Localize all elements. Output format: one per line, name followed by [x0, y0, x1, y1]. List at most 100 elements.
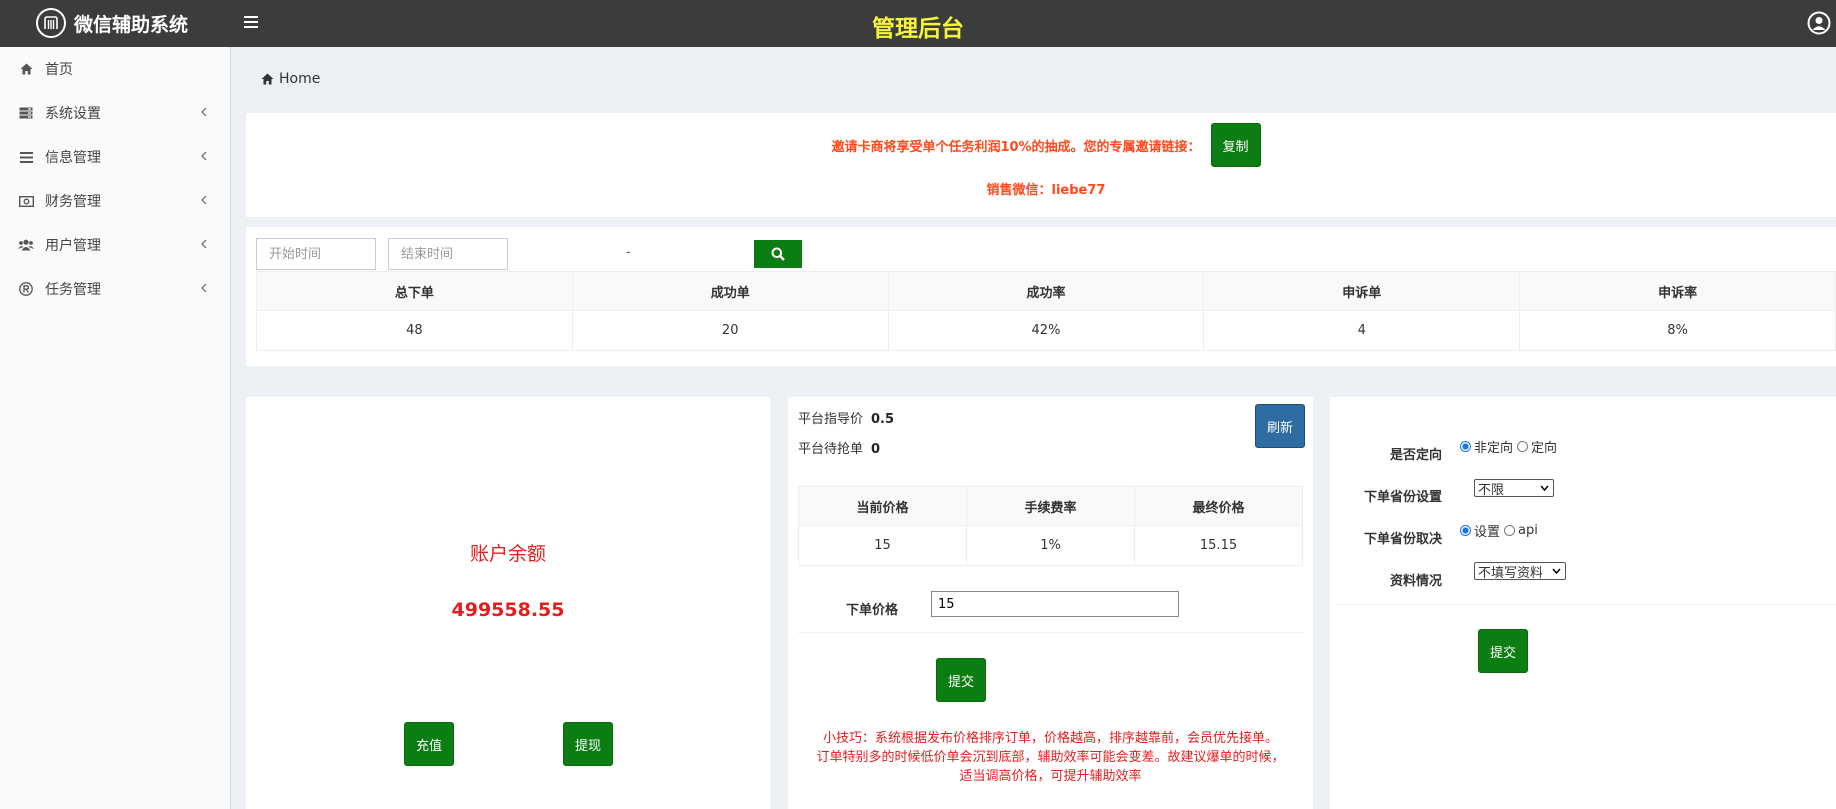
radio-label: 非定向: [1474, 441, 1514, 456]
order-price-input[interactable]: [931, 591, 1179, 617]
stats-header-success-rate: 成功率: [887, 271, 1205, 311]
sidebar-item-system-settings[interactable]: 系统设置: [0, 91, 230, 135]
price-header-current: 当前价格: [798, 486, 967, 526]
start-time-input[interactable]: [256, 238, 376, 270]
tip-line: 小技巧：系统根据发布价格排序订单，价格越高，排序越靠前，会员优先接单。: [822, 731, 1278, 746]
pending-orders-value: 0: [871, 442, 881, 457]
order-price-label: 下单价格: [846, 603, 899, 618]
guide-price: 平台指导价 0.5: [798, 408, 894, 427]
chevron-left-icon: [201, 195, 207, 205]
balance-value: 499558.55: [451, 599, 565, 621]
radio-label: 设置: [1474, 525, 1501, 540]
end-time-input[interactable]: [388, 238, 508, 270]
tip-line: 订单特别多的时候低价单会沉到底部，辅助效率可能会变差。故建议爆单的时候，: [816, 750, 1285, 765]
province-label: 下单省份设置: [1363, 490, 1442, 505]
divider: [798, 632, 1303, 633]
price-header-fee-rate: 手续费率: [966, 486, 1135, 526]
list-icon: [18, 149, 34, 165]
radio-api[interactable]: [1504, 525, 1516, 536]
price-table: 当前价格 手续费率 最终价格 15 1% 15.15: [798, 486, 1303, 566]
sales-wechat: 销售微信：liebe77: [986, 183, 1106, 198]
stats-success-rate: 42%: [887, 310, 1205, 351]
chevron-left-icon: [201, 283, 207, 293]
province-select[interactable]: 不限: [1474, 479, 1554, 498]
table-row: 48 20 42% 4 8%: [256, 310, 1836, 351]
user-account-icon[interactable]: [1807, 11, 1831, 35]
stats-table: 总下单 成功单 成功率 申诉单 申诉率 48 20 42% 4 8%: [256, 271, 1836, 351]
users-icon: [18, 237, 34, 253]
guide-price-value: 0.5: [871, 412, 895, 427]
radio-label: 定向: [1531, 441, 1558, 456]
registered-icon: [18, 281, 34, 297]
tip-text: 小技巧：系统根据发布价格排序订单，价格越高，排序越靠前，会员优先接单。 订单特别…: [798, 729, 1303, 786]
province-select-value: 不限: [1478, 482, 1505, 498]
info-select-value: 不填写资料: [1478, 565, 1544, 581]
sidebar-item-label: 首页: [45, 62, 73, 78]
price-fee-rate: 1%: [966, 525, 1135, 566]
server-icon: [18, 105, 34, 121]
balance-panel: 账户余额 499558.55 充值 提现: [246, 397, 770, 809]
home-icon: [18, 61, 34, 77]
radio-non-targeted[interactable]: [1460, 441, 1471, 452]
pending-orders: 平台待抢单 0: [798, 438, 880, 457]
chevron-left-icon: [201, 151, 207, 161]
targeted-radio-group: 非定向 定向: [1460, 437, 1561, 456]
stats-header-total-orders: 总下单: [256, 271, 573, 311]
sidebar-item-info-management[interactable]: 信息管理: [0, 135, 230, 179]
recharge-button[interactable]: 充值: [404, 722, 454, 766]
province-source-label: 下单省份取决: [1363, 532, 1442, 547]
breadcrumb[interactable]: Home: [261, 71, 320, 87]
targeted-label: 是否定向: [1389, 448, 1442, 463]
balance-label: 账户余额: [469, 543, 546, 565]
sidebar-item-label: 任务管理: [45, 282, 101, 298]
divider: [1338, 604, 1836, 605]
refresh-button[interactable]: 刷新: [1255, 404, 1305, 448]
settings-panel: 是否定向 非定向 定向 下单省份设置 不限 下单省份取决 设置 api 资料情况…: [1330, 397, 1836, 809]
invite-panel: 邀请卡商将享受单个任务利润10%的抽成。您的专属邀请链接： 复制 销售微信：li…: [246, 113, 1836, 217]
sidebar-item-label: 财务管理: [45, 194, 101, 210]
sidebar: 首页 系统设置 信息管理 财务管理 用户管理 任务管理: [0, 47, 231, 809]
sidebar-item-task-management[interactable]: 任务管理: [0, 267, 230, 311]
radio-label: api: [1518, 523, 1538, 538]
date-separator: -: [626, 245, 631, 260]
sidebar-item-finance-management[interactable]: 财务管理: [0, 179, 230, 223]
sidebar-item-label: 系统设置: [45, 106, 101, 122]
pricing-panel: 平台指导价 0.5 平台待抢单 0 刷新 当前价格 手续费率 最终价格 15 1% …: [788, 397, 1313, 809]
price-header-final: 最终价格: [1134, 486, 1303, 526]
stats-header-success-orders: 成功单: [571, 271, 889, 311]
stats-panel: - 总下单 成功单 成功率 申诉单 申诉率 48 20 42% 4 8%: [246, 227, 1836, 366]
breadcrumb-home[interactable]: Home: [279, 71, 320, 87]
invite-text: 邀请卡商将享受单个任务利润10%的抽成。您的专属邀请链接：: [831, 139, 1201, 155]
stats-appeal-rate: 8%: [1519, 310, 1836, 351]
submit-settings-button[interactable]: 提交: [1478, 629, 1528, 673]
top-bar: 微信辅助系统 管理后台: [0, 0, 1836, 47]
invite-row: 邀请卡商将享受单个任务利润10%的抽成。您的专属邀请链接： 复制: [246, 123, 1836, 167]
submit-price-button[interactable]: 提交: [936, 658, 986, 702]
chevron-down-icon: [1540, 485, 1549, 492]
chevron-down-icon: [1552, 568, 1561, 575]
price-final: 15.15: [1134, 525, 1303, 566]
search-button[interactable]: [754, 240, 802, 268]
sidebar-item-label: 信息管理: [45, 150, 101, 166]
info-select[interactable]: 不填写资料: [1474, 562, 1566, 581]
sidebar-item-label: 用户管理: [45, 238, 101, 254]
price-current: 15: [798, 525, 967, 566]
chevron-left-icon: [201, 107, 207, 117]
sidebar-item-user-management[interactable]: 用户管理: [0, 223, 230, 267]
radio-setting[interactable]: [1460, 525, 1471, 536]
page-title: 管理后台: [872, 16, 964, 42]
stats-header-appeal-rate: 申诉率: [1519, 271, 1836, 311]
copy-button[interactable]: 复制: [1210, 123, 1261, 167]
province-source-radio-group: 设置 api: [1460, 521, 1542, 540]
stats-total-orders: 48: [256, 310, 573, 351]
sidebar-item-home[interactable]: 首页: [0, 47, 230, 91]
withdraw-button[interactable]: 提现: [563, 722, 613, 766]
info-label: 资料情况: [1389, 574, 1442, 589]
stats-header-appeal-orders: 申诉单: [1203, 271, 1521, 311]
radio-targeted[interactable]: [1517, 441, 1529, 452]
stats-success-orders: 20: [571, 310, 889, 351]
table-row: 15 1% 15.15: [798, 525, 1303, 566]
pending-orders-label: 平台待抢单: [798, 442, 864, 457]
home-icon: [261, 73, 274, 85]
stats-appeal-orders: 4: [1203, 310, 1521, 351]
